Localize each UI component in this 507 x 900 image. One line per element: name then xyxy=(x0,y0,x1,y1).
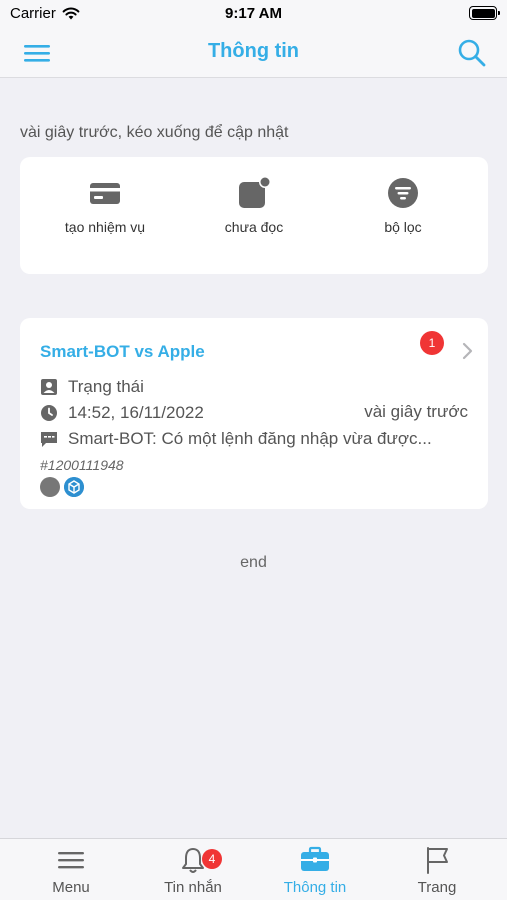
chevron-right-icon xyxy=(462,342,473,360)
flag-icon xyxy=(427,847,448,874)
refresh-hint: vài giây trước, kéo xuống để cập nhật xyxy=(20,124,289,141)
create-task-button[interactable]: tạo nhiệm vụ xyxy=(40,177,170,237)
status-bar: Carrier 9:17 AM xyxy=(0,0,507,28)
nav-bar: Thông tin xyxy=(0,28,507,78)
tab-menu-label: Menu xyxy=(52,879,90,896)
participant-avatars xyxy=(40,477,84,497)
hamburger-menu-icon[interactable] xyxy=(24,41,52,65)
briefcase-icon xyxy=(301,846,329,871)
filter-button[interactable]: bộ lọc xyxy=(338,177,468,237)
page-title: Thông tin xyxy=(207,40,300,62)
menu-icon xyxy=(58,852,84,869)
create-task-label: tạo nhiệm vụ xyxy=(64,219,146,235)
filter-icon xyxy=(388,178,418,208)
chat-icon xyxy=(41,432,57,447)
actions-card: tạo nhiệm vụ chưa đọc bộ lọc xyxy=(20,157,488,274)
filter-label: bộ lọc xyxy=(384,219,422,235)
task-card[interactable]: Smart-BOT vs Apple 1 Trạng thái 14:52, 1… xyxy=(20,318,488,509)
card-icon xyxy=(90,183,120,204)
battery-icon xyxy=(469,6,500,20)
task-status-row: Trạng thái xyxy=(40,376,144,398)
bot-avatar-icon xyxy=(64,477,84,497)
avatar xyxy=(40,477,60,497)
task-datetime: 14:52, 16/11/2022 xyxy=(68,403,204,422)
unread-label: chưa đọc xyxy=(224,219,284,235)
tab-info[interactable]: Thông tin xyxy=(252,845,378,896)
tab-bar: Menu 4 Tin nhắn Thông tin Trang xyxy=(0,838,507,900)
task-message: Smart-BOT: Có một lệnh đăng nhập vừa đượ… xyxy=(68,429,432,448)
contact-icon xyxy=(41,379,57,395)
task-message-row: Smart-BOT: Có một lệnh đăng nhập vừa đượ… xyxy=(40,428,432,450)
tab-pages-label: Trang xyxy=(417,879,457,896)
task-status: Trạng thái xyxy=(68,377,144,396)
task-datetime-row: 14:52, 16/11/2022 xyxy=(40,402,204,424)
clock: 9:17 AM xyxy=(225,5,282,22)
end-of-list-label: end xyxy=(240,554,267,571)
tab-messages[interactable]: 4 Tin nhắn xyxy=(130,845,256,896)
search-icon[interactable] xyxy=(457,38,487,68)
task-id: #1200111948 xyxy=(40,457,124,473)
clock-icon xyxy=(41,405,57,421)
tab-pages[interactable]: Trang xyxy=(374,845,500,896)
tab-messages-label: Tin nhắn xyxy=(164,879,222,896)
task-title: Smart-BOT vs Apple xyxy=(40,342,205,361)
unread-icon xyxy=(239,177,270,208)
task-relative-time: vài giây trước xyxy=(364,402,468,421)
unread-button[interactable]: chưa đọc xyxy=(189,177,319,237)
tab-info-label: Thông tin xyxy=(283,879,347,896)
messages-count-badge: 4 xyxy=(202,849,222,869)
unread-count-badge: 1 xyxy=(420,331,444,355)
tab-menu[interactable]: Menu xyxy=(8,845,134,896)
